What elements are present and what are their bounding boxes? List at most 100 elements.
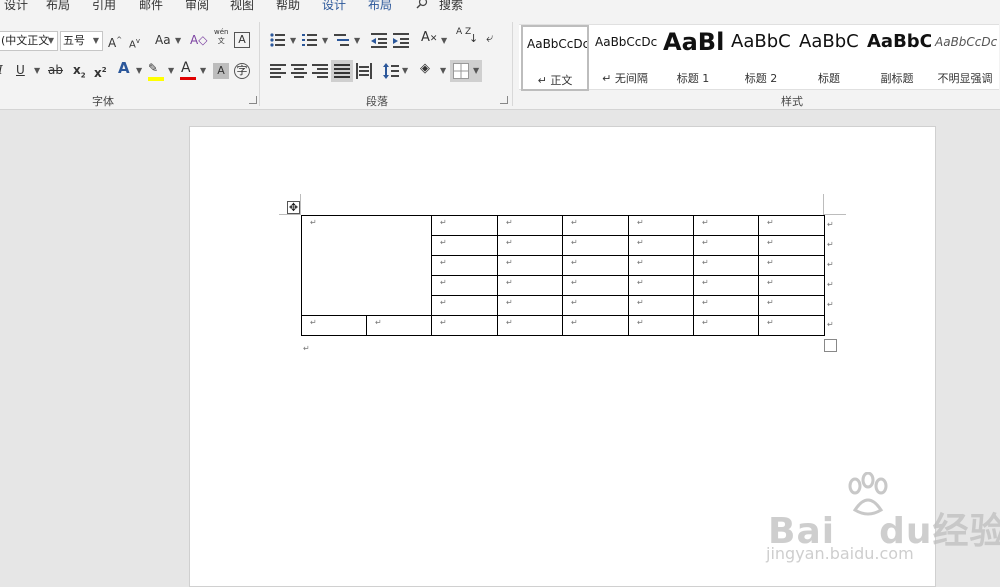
character-shading-icon[interactable]: A (213, 63, 229, 79)
table-resize-handle[interactable] (824, 339, 837, 352)
table-cell[interactable]: ↵ (562, 215, 629, 236)
text-effects-icon[interactable]: A (118, 60, 130, 76)
table-cell[interactable]: ↵ (497, 295, 563, 316)
chevron-down-icon[interactable]: ▼ (441, 36, 447, 45)
paragraph-dialog-launcher-icon[interactable] (500, 96, 508, 104)
font-color-icon[interactable]: A (181, 60, 191, 76)
chevron-down-icon[interactable]: ▼ (473, 66, 479, 75)
subscript-icon[interactable]: x2 (73, 62, 86, 83)
table-cell[interactable]: ↵ (497, 235, 563, 256)
style-title[interactable]: AaBbC 标题 (795, 25, 863, 91)
chevron-down-icon[interactable]: ▼ (440, 66, 446, 75)
chevron-down-icon[interactable]: ▼ (290, 36, 296, 45)
table-cell[interactable]: ↵ (562, 255, 629, 276)
multilevel-list-icon[interactable] (334, 32, 350, 48)
tab-view[interactable]: 视图 (230, 0, 254, 13)
table-cell[interactable]: ↵ (431, 275, 498, 296)
chinese-layout-icon[interactable]: A✕ (421, 30, 437, 47)
chevron-down-icon[interactable]: ▼ (136, 66, 142, 75)
enclose-character-icon[interactable]: 字 (234, 63, 250, 79)
table-cell[interactable]: ↵ (366, 315, 432, 336)
table-cell[interactable]: ↵ (693, 215, 759, 236)
table-cell[interactable]: ↵ (497, 315, 563, 336)
table-cell[interactable]: ↵ (758, 235, 825, 256)
tab-table-layout[interactable]: 布局 (368, 0, 392, 13)
table-move-handle-icon[interactable]: ✥ (287, 201, 300, 214)
clear-format-icon[interactable]: A◇ (190, 32, 207, 48)
tab-design[interactable]: 设计 (4, 0, 28, 13)
table-cell[interactable]: ↵ (431, 215, 498, 236)
table-cell[interactable]: ↵ (562, 315, 629, 336)
table-cell[interactable]: ↵ (758, 255, 825, 276)
tab-layout[interactable]: 布局 (46, 0, 70, 13)
style-normal[interactable]: AaBbCcDc ↵ 正文 (521, 25, 589, 91)
table-cell[interactable]: ↵ (628, 295, 694, 316)
table-cell[interactable]: ↵ (301, 215, 432, 316)
table-cell[interactable]: ↵ (301, 315, 367, 336)
table-cell[interactable]: ↵ (758, 315, 825, 336)
chevron-down-icon[interactable]: ▼ (354, 36, 360, 45)
table-cell[interactable]: ↵ (497, 215, 563, 236)
tab-mailings[interactable]: 邮件 (139, 0, 163, 13)
chevron-down-icon[interactable]: ▼ (34, 66, 40, 75)
table-cell[interactable]: ↵ (431, 315, 498, 336)
table-cell[interactable]: ↵ (693, 235, 759, 256)
table-cell[interactable]: ↵ (431, 295, 498, 316)
chevron-down-icon[interactable]: ▼ (168, 66, 174, 75)
chevron-down-icon[interactable]: ▼ (402, 66, 408, 75)
table-cell[interactable]: ↵ (758, 215, 825, 236)
table-cell[interactable]: ↵ (693, 315, 759, 336)
table-cell[interactable]: ↵ (497, 255, 563, 276)
tab-table-design[interactable]: 设计 (322, 0, 346, 13)
table-cell[interactable]: ↵ (562, 295, 629, 316)
tab-references[interactable]: 引用 (92, 0, 116, 13)
align-center-icon[interactable] (291, 63, 307, 79)
table-cell[interactable]: ↵ (497, 275, 563, 296)
style-heading-2[interactable]: AaBbC 标题 2 (727, 25, 795, 91)
search-icon[interactable] (416, 0, 428, 9)
style-heading-1[interactable]: AaBl 标题 1 (659, 25, 727, 91)
line-spacing-icon[interactable] (383, 63, 399, 79)
phonetic-guide-icon[interactable]: wén 文 (214, 28, 228, 46)
align-right-icon[interactable] (312, 63, 328, 79)
align-left-icon[interactable] (270, 63, 286, 79)
show-formatting-icon[interactable]: ⤶ (486, 31, 493, 47)
table-cell[interactable]: ↵ (758, 295, 825, 316)
table-cell[interactable]: ↵ (431, 235, 498, 256)
shrink-font-icon[interactable]: Av (129, 33, 140, 53)
font-name-combo[interactable]: (中文正文 ▼ (0, 31, 58, 51)
table-cell[interactable]: ↵ (431, 255, 498, 276)
distributed-icon[interactable] (356, 63, 372, 79)
numbering-icon[interactable] (302, 32, 318, 48)
chevron-down-icon[interactable]: ▼ (200, 66, 206, 75)
table-cell[interactable]: ↵ (693, 275, 759, 296)
document-table[interactable]: ↵ ↵ ↵ ↵ ↵ ↵ ↵ ↵ ↵ ↵ ↵ ↵ ↵ ↵ ↵ ↵ ↵ ↵ ↵ ↵ ↵ ↵ ↵ ↵ ↵ ↵ ↵ ↵ ↵ ↵ ↵ ↵ ↵ ↵ ↵ ↵ ↵ ↵ ↵ (301, 215, 825, 336)
table-cell[interactable]: ↵ (562, 275, 629, 296)
increase-indent-icon[interactable] (393, 32, 409, 48)
style-subtitle[interactable]: AaBbC 副标题 (863, 25, 931, 91)
tab-help[interactable]: 帮助 (276, 0, 300, 13)
justify-icon[interactable] (334, 63, 350, 79)
paragraph-shading-icon[interactable]: ◈ (420, 61, 430, 77)
style-no-spacing[interactable]: AaBbCcDc ↵ 无间隔 (591, 25, 659, 91)
table-cell[interactable]: ↵ (628, 255, 694, 276)
tab-review[interactable]: 审阅 (185, 0, 209, 13)
table-cell[interactable]: ↵ (628, 215, 694, 236)
style-subtle-emphasis[interactable]: AaBbCcDc 不明显强调 (931, 25, 999, 91)
highlighter-icon[interactable]: ✎ (148, 60, 158, 76)
font-size-combo[interactable]: 五号 ▼ (60, 31, 103, 51)
table-cell[interactable]: ↵ (562, 235, 629, 256)
table-cell[interactable]: ↵ (628, 315, 694, 336)
table-cell[interactable]: ↵ (628, 275, 694, 296)
table-cell[interactable]: ↵ (758, 275, 825, 296)
grow-font-icon[interactable]: A^ (108, 32, 122, 51)
change-case-icon[interactable]: Aa (155, 32, 171, 48)
superscript-icon[interactable]: x2 (94, 62, 107, 81)
font-dialog-launcher-icon[interactable] (249, 96, 257, 104)
decrease-indent-icon[interactable] (371, 32, 387, 48)
underline-icon[interactable]: U (16, 62, 25, 78)
table-cell[interactable]: ↵ (693, 295, 759, 316)
search-label[interactable]: 搜索 (439, 0, 463, 13)
chevron-down-icon[interactable]: ▼ (322, 36, 328, 45)
italic-icon[interactable]: I (0, 62, 3, 78)
